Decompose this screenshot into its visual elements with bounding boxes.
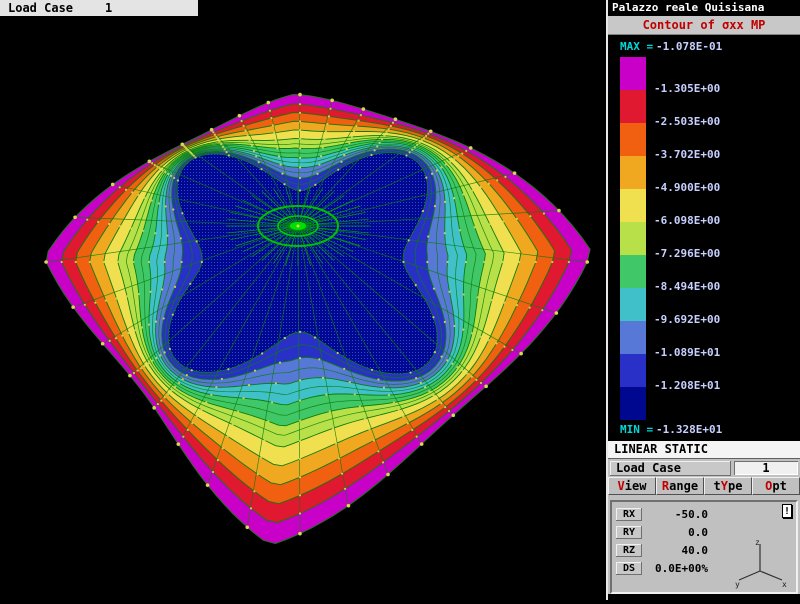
legend-min-row: MIN =-1.328E+01 [620, 423, 800, 437]
load-case-button[interactable]: Load Case [610, 461, 731, 476]
legend-swatch [620, 189, 646, 222]
contour-title: Contour of σxx MP [608, 16, 800, 35]
alert-button[interactable]: ! [782, 504, 792, 518]
model-viewport [0, 0, 606, 600]
legend-color-scale: -1.305E+00 -2.503E+00 -3.702E+00 -4.900E… [620, 57, 796, 420]
legend-boundary-value: -9.692E+00 [654, 314, 720, 326]
contour-plot [0, 0, 606, 600]
legend-boundary-value: -1.208E+01 [654, 380, 720, 392]
legend-swatch [620, 354, 646, 387]
legend-swatch [620, 222, 646, 255]
type-button-pre: t [714, 479, 721, 493]
legend-boundary-value: -1.305E+00 [654, 83, 720, 95]
legend-boundary-value: -4.900E+00 [654, 182, 720, 194]
legend-boundary-value: -3.702E+00 [654, 149, 720, 161]
model-title: Palazzo reale Quisisana [608, 0, 800, 16]
range-button[interactable]: Range [656, 477, 704, 495]
legend-min-value: -1.328E+01 [656, 423, 722, 436]
legend-boundary-value: -1.089E+01 [654, 347, 720, 359]
axis-y-label: y [735, 580, 740, 589]
type-button-post: pe [728, 479, 742, 493]
load-case-bar-label: Load Case [8, 1, 73, 15]
legend-swatch [620, 387, 646, 420]
legend-swatch [620, 123, 646, 156]
view-button[interactable]: View [608, 477, 656, 495]
load-case-value-field[interactable]: 1 [734, 461, 798, 475]
view-button-post: iew [625, 479, 647, 493]
axis-z-label: z [755, 538, 760, 547]
rz-button[interactable]: RZ [616, 544, 642, 557]
legend-boundary-value: -7.296E+00 [654, 248, 720, 260]
menu-buttons: View Range tYpe Opt [608, 477, 800, 495]
contour-legend: MAX =-1.078E-01 -1.305E+00 -2.503E+00 -3… [608, 35, 800, 441]
load-case-bar: Load Case 1 [0, 0, 198, 16]
legend-max-value: -1.078E-01 [656, 40, 722, 53]
legend-max-row: MAX =-1.078E-01 [620, 40, 800, 54]
legend-swatch [620, 255, 646, 288]
legend-boundary-value: -6.098E+00 [654, 215, 720, 227]
axis-triad-icon: z x y [734, 535, 788, 589]
legend-boundary-value: -2.503E+00 [654, 116, 720, 128]
panel-footer [608, 594, 800, 600]
axis-x-label: x [782, 580, 787, 589]
load-case-bar-value: 1 [105, 1, 112, 15]
legend-boundary-value: -8.494E+00 [654, 281, 720, 293]
ry-button[interactable]: RY [616, 526, 642, 539]
options-button-post: pt [772, 479, 786, 493]
rx-row: RX -50.0 [616, 507, 792, 521]
legend-swatch [620, 156, 646, 189]
legend-swatch [620, 57, 646, 90]
type-button[interactable]: tYpe [704, 477, 752, 495]
rx-value: -50.0 [642, 508, 708, 521]
legend-max-label: MAX = [620, 40, 656, 54]
options-button[interactable]: Opt [752, 477, 800, 495]
view-controls-panel: ! RX -50.0 RY 0.0 RZ 40.0 DS 0.0E+00% z … [610, 500, 798, 594]
ry-value: 0.0 [642, 526, 708, 539]
control-panel: Palazzo reale Quisisana Contour of σxx M… [606, 0, 800, 600]
type-button-hotkey: Y [721, 479, 728, 493]
rx-button[interactable]: RX [616, 508, 642, 521]
app-window: { "loadcase_bar": { "label": "Load Case"… [0, 0, 800, 600]
ds-button[interactable]: DS [616, 562, 642, 575]
ds-value: 0.0E+00% [642, 562, 708, 575]
legend-swatch [620, 288, 646, 321]
legend-min-label: MIN = [620, 423, 656, 437]
rz-value: 40.0 [642, 544, 708, 557]
legend-swatch [620, 321, 646, 354]
analysis-type-label: LINEAR STATIC [608, 441, 800, 459]
range-button-post: ange [669, 479, 698, 493]
legend-swatch [620, 90, 646, 123]
load-case-row: Load Case 1 [608, 459, 800, 477]
view-button-hotkey: V [618, 479, 625, 493]
